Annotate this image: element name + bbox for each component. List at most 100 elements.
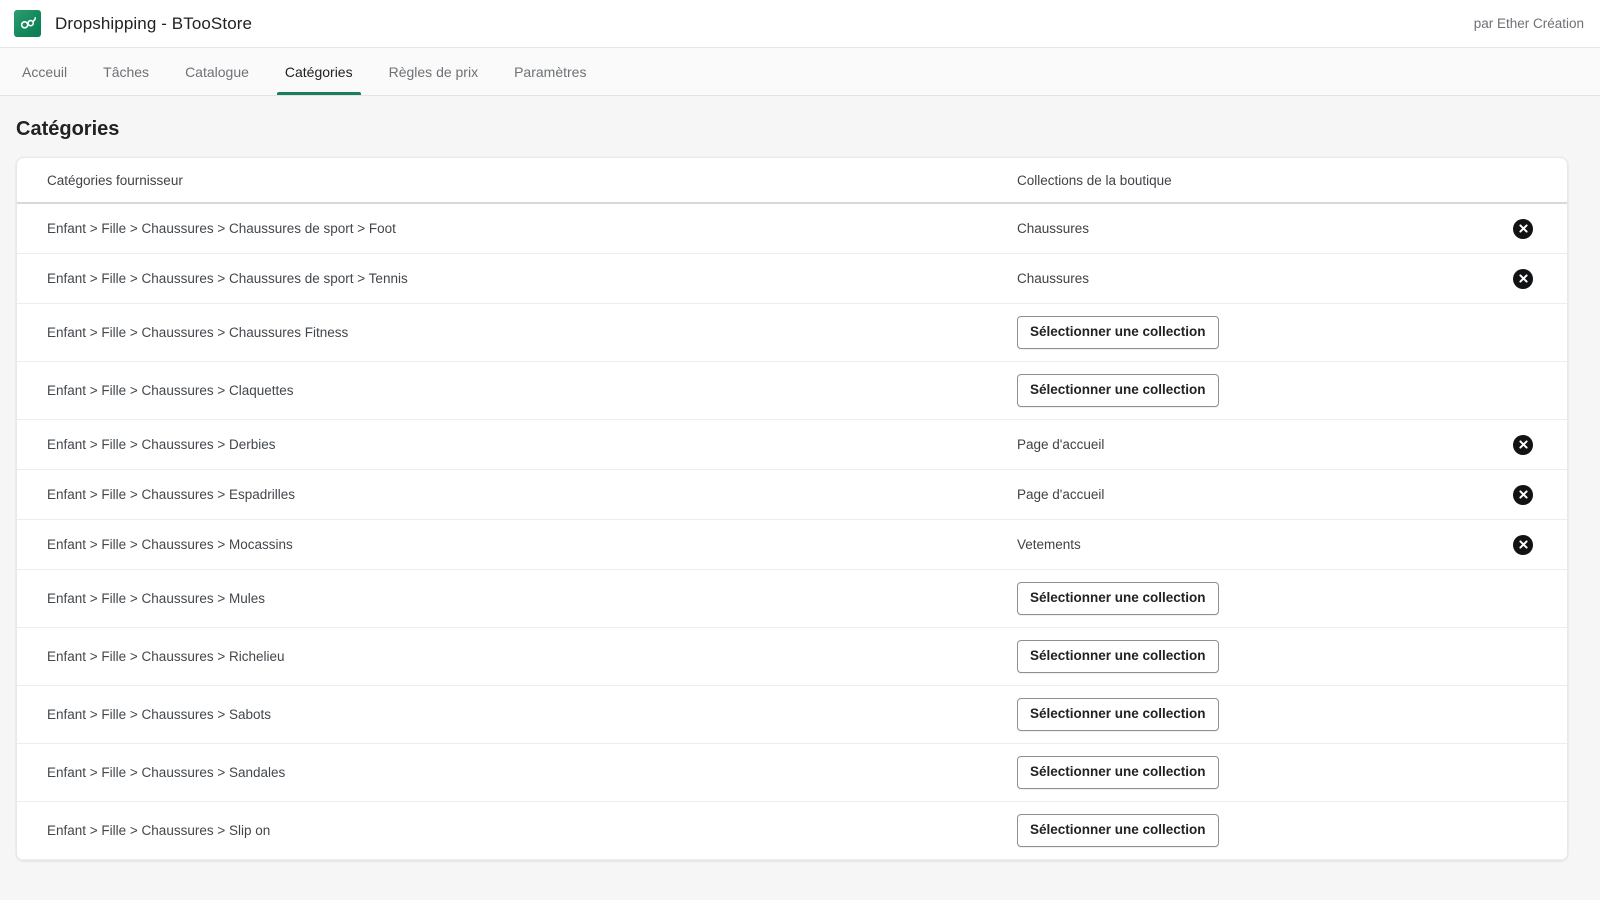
category-path: Enfant > Fille > Chaussures > Chaussures… bbox=[47, 220, 396, 236]
nav-tab-cat-gories[interactable]: Catégories bbox=[267, 48, 371, 95]
close-icon bbox=[1518, 540, 1528, 549]
table-row: Enfant > Fille > Chaussures > Sabots Séle… bbox=[17, 686, 1567, 744]
column-header-supplier-categories: Catégories fournisseur bbox=[47, 172, 183, 188]
collection-name: Chaussures bbox=[1017, 270, 1090, 286]
nav-tab-r-gles-de-prix[interactable]: Règles de prix bbox=[371, 48, 497, 95]
table-row: Enfant > Fille > Chaussures > Richelieu S… bbox=[17, 628, 1567, 686]
nav-tab-label: Catalogue bbox=[185, 63, 249, 80]
nav-tab-label: Règles de prix bbox=[388, 63, 479, 80]
shop-collection-cell: Sélectionner une collection bbox=[1001, 316, 1493, 349]
close-icon bbox=[1518, 440, 1528, 449]
supplier-category-cell: Enfant > Fille > Chaussures > Richelieu bbox=[31, 648, 1001, 666]
collection-name: Vetements bbox=[1017, 536, 1081, 552]
supplier-category-cell: Enfant > Fille > Chaussures > Espadrille… bbox=[31, 486, 1001, 504]
supplier-category-cell: Enfant > Fille > Chaussures > Slip on bbox=[31, 822, 1001, 840]
supplier-category-cell: Enfant > Fille > Chaussures > Chaussures… bbox=[31, 324, 1001, 342]
remove-collection-button[interactable] bbox=[1513, 534, 1533, 555]
supplier-category-cell: Enfant > Fille > Chaussures > Mules bbox=[31, 590, 1001, 608]
shop-collection-cell: Sélectionner une collection bbox=[1001, 698, 1493, 731]
nav-tab-acceuil[interactable]: Acceuil bbox=[4, 48, 85, 95]
remove-collection-button[interactable] bbox=[1513, 434, 1533, 455]
column-header-actions bbox=[1493, 180, 1553, 181]
category-path: Enfant > Fille > Chaussures > Espadrille… bbox=[47, 486, 296, 502]
table-row: Enfant > Fille > Chaussures > Chaussures… bbox=[17, 204, 1567, 254]
app-author: par Ether Création bbox=[1473, 16, 1584, 31]
nav-tab-label: Acceuil bbox=[22, 63, 68, 80]
select-collection-button[interactable]: Sélectionner une collection bbox=[1017, 698, 1219, 731]
supplier-category-cell: Enfant > Fille > Chaussures > Chaussures… bbox=[31, 220, 1001, 238]
category-path: Enfant > Fille > Chaussures > Richelieu bbox=[47, 648, 285, 664]
category-path: Enfant > Fille > Chaussures > Chaussures… bbox=[47, 270, 408, 286]
nav-tab-label: Paramètres bbox=[514, 63, 587, 80]
remove-collection-button[interactable] bbox=[1513, 218, 1533, 239]
select-collection-button[interactable]: Sélectionner une collection bbox=[1017, 374, 1219, 407]
category-path: Enfant > Fille > Chaussures > Slip on bbox=[47, 822, 271, 838]
shop-collection-cell: Sélectionner une collection bbox=[1001, 756, 1493, 789]
table-row: Enfant > Fille > Chaussures > Mocassins V… bbox=[17, 520, 1567, 570]
page-content: Catégories Catégories fournisseur Collec… bbox=[0, 96, 1600, 861]
collection-name: Page d'accueil bbox=[1017, 436, 1105, 452]
select-collection-button[interactable]: Sélectionner une collection bbox=[1017, 582, 1219, 615]
shop-collection-cell: Sélectionner une collection bbox=[1001, 582, 1493, 615]
row-actions-cell bbox=[1493, 218, 1553, 239]
close-icon bbox=[1518, 224, 1528, 233]
supplier-category-cell: Enfant > Fille > Chaussures > Mocassins bbox=[31, 536, 1001, 554]
nav-tab-label: Catégories bbox=[284, 63, 353, 80]
supplier-category-cell: Enfant > Fille > Chaussures > Claquettes bbox=[31, 382, 1001, 400]
category-path: Enfant > Fille > Chaussures > Sabots bbox=[47, 706, 272, 722]
table-row: Enfant > Fille > Chaussures > Espadrille… bbox=[17, 470, 1567, 520]
nav-tab-catalogue[interactable]: Catalogue bbox=[167, 48, 267, 95]
close-icon bbox=[1518, 490, 1528, 499]
categories-card: Catégories fournisseur Collections de la… bbox=[16, 157, 1568, 861]
table-header: Catégories fournisseur Collections de la… bbox=[17, 158, 1567, 204]
supplier-category-cell: Enfant > Fille > Chaussures > Sabots bbox=[31, 706, 1001, 724]
main-navigation: Acceuil Tâches Catalogue Catégories Règles d… bbox=[0, 48, 1600, 96]
select-collection-button[interactable]: Sélectionner une collection bbox=[1017, 814, 1219, 847]
select-collection-button[interactable]: Sélectionner une collection bbox=[1017, 756, 1219, 789]
shop-collection-cell: Sélectionner une collection bbox=[1001, 640, 1493, 673]
app-title: Dropshipping - BTooStore bbox=[55, 13, 253, 33]
table-row: Enfant > Fille > Chaussures > Derbies Pag… bbox=[17, 420, 1567, 470]
infinity-chain-icon bbox=[14, 10, 41, 37]
shop-collection-cell: Page d'accueil bbox=[1001, 486, 1493, 504]
shop-collection-cell: Sélectionner une collection bbox=[1001, 814, 1493, 847]
supplier-category-cell: Enfant > Fille > Chaussures > Sandales bbox=[31, 764, 1001, 782]
row-actions-cell bbox=[1493, 484, 1553, 505]
close-icon bbox=[1518, 274, 1528, 283]
table-row: Enfant > Fille > Chaussures > Slip on Sél… bbox=[17, 802, 1567, 860]
shop-collection-cell: Page d'accueil bbox=[1001, 436, 1493, 454]
app-header: Dropshipping - BTooStore par Ether Créat… bbox=[0, 0, 1600, 48]
table-body: Enfant > Fille > Chaussures > Chaussures… bbox=[17, 204, 1567, 860]
nav-tab-param-tres[interactable]: Paramètres bbox=[496, 48, 604, 95]
remove-collection-button[interactable] bbox=[1513, 268, 1533, 289]
shop-collection-cell: Chaussures bbox=[1001, 270, 1493, 288]
select-collection-button[interactable]: Sélectionner une collection bbox=[1017, 640, 1219, 673]
category-path: Enfant > Fille > Chaussures > Sandales bbox=[47, 764, 286, 780]
collection-name: Chaussures bbox=[1017, 220, 1090, 236]
row-actions-cell bbox=[1493, 534, 1553, 555]
shop-collection-cell: Vetements bbox=[1001, 536, 1493, 554]
category-path: Enfant > Fille > Chaussures > Claquettes bbox=[47, 382, 294, 398]
nav-tab-label: Tâches bbox=[103, 63, 150, 80]
table-row: Enfant > Fille > Chaussures > Sandales Sé… bbox=[17, 744, 1567, 802]
category-path: Enfant > Fille > Chaussures > Chaussures… bbox=[47, 324, 349, 340]
remove-collection-button[interactable] bbox=[1513, 484, 1533, 505]
category-path: Enfant > Fille > Chaussures > Mocassins bbox=[47, 536, 293, 552]
table-row: Enfant > Fille > Chaussures > Chaussures… bbox=[17, 254, 1567, 304]
category-path: Enfant > Fille > Chaussures > Derbies bbox=[47, 436, 276, 452]
shop-collection-cell: Chaussures bbox=[1001, 220, 1493, 238]
category-path: Enfant > Fille > Chaussures > Mules bbox=[47, 590, 265, 606]
table-row: Enfant > Fille > Chaussures > Chaussures… bbox=[17, 304, 1567, 362]
table-row: Enfant > Fille > Chaussures > Claquettes… bbox=[17, 362, 1567, 420]
table-row: Enfant > Fille > Chaussures > Mules Sélec… bbox=[17, 570, 1567, 628]
shop-collection-cell: Sélectionner une collection bbox=[1001, 374, 1493, 407]
supplier-category-cell: Enfant > Fille > Chaussures > Chaussures… bbox=[31, 270, 1001, 288]
row-actions-cell bbox=[1493, 434, 1553, 455]
select-collection-button[interactable]: Sélectionner une collection bbox=[1017, 316, 1219, 349]
collection-name: Page d'accueil bbox=[1017, 486, 1105, 502]
row-actions-cell bbox=[1493, 268, 1553, 289]
column-header-shop-collections: Collections de la boutique bbox=[1017, 172, 1172, 188]
nav-tab-t-ches[interactable]: Tâches bbox=[85, 48, 167, 95]
supplier-category-cell: Enfant > Fille > Chaussures > Derbies bbox=[31, 436, 1001, 454]
page-title: Catégories bbox=[16, 118, 120, 140]
